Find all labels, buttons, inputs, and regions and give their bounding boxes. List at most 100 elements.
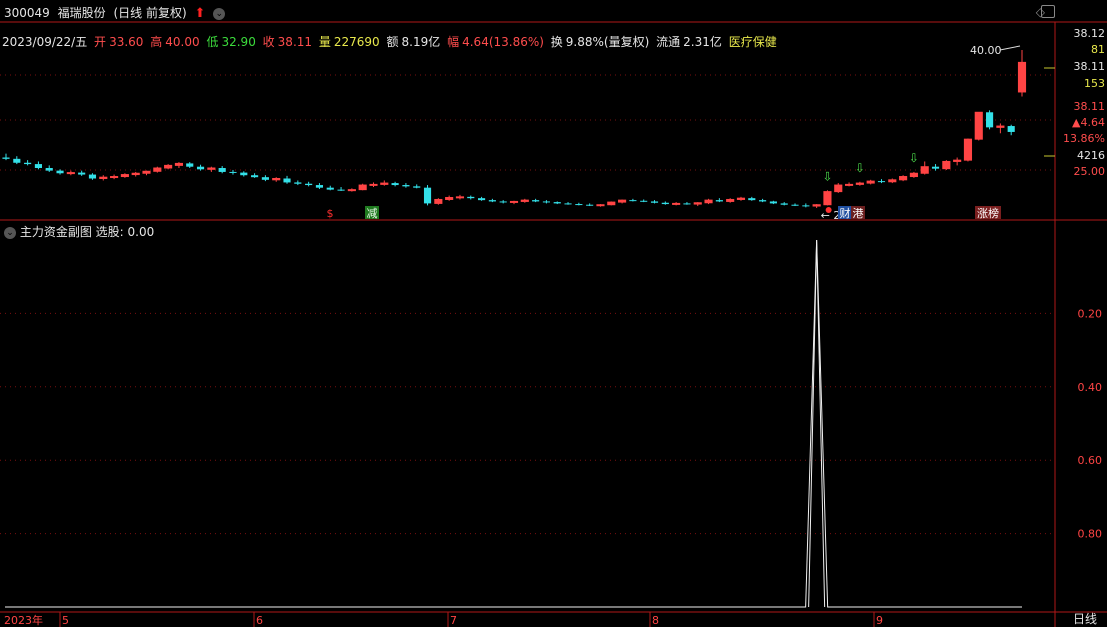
candle-body [45, 168, 53, 171]
candle-body-fill [207, 168, 215, 170]
candle-body [294, 182, 302, 184]
candle-body-fill [856, 183, 864, 185]
candle-body [13, 158, 21, 163]
candle-body [1007, 126, 1015, 132]
candle-body [467, 196, 475, 199]
signal-line [5, 239, 1022, 608]
candle-body [802, 205, 810, 207]
candle-body [186, 163, 194, 167]
candle-body [391, 183, 399, 186]
event-tag: 涨榜 [977, 206, 999, 220]
candle-body [553, 202, 561, 204]
candle-body [748, 198, 756, 201]
x-axis-label: 2023年 [4, 613, 43, 627]
candle-body [683, 203, 691, 205]
candle-body [88, 174, 97, 179]
candle-body-fill [921, 166, 929, 174]
green-down-arrow-icon: ⇩ [855, 161, 865, 175]
candle-body-fill [942, 161, 950, 169]
candle-body-fill [1018, 62, 1026, 92]
x-axis-label: 9 [876, 614, 883, 627]
sub-axis-label: 0.80 [1078, 528, 1103, 541]
candle-body [931, 166, 940, 169]
x-axis-label: 5 [62, 614, 69, 627]
candle-body [283, 178, 291, 183]
period-tab[interactable]: 日线 [1073, 610, 1097, 627]
candle-body-fill [975, 112, 983, 140]
high-price-note: 40.00 [970, 44, 1002, 57]
candle-body-fill [359, 185, 367, 190]
candle-body-fill [510, 201, 518, 203]
candle-body-fill [132, 173, 140, 175]
candle-body [877, 181, 886, 183]
candle-body [488, 200, 496, 202]
candle-body [640, 200, 648, 202]
candle-body-fill [607, 202, 615, 205]
green-down-arrow-icon: ⇩ [909, 151, 919, 165]
candle-body-fill [110, 176, 118, 178]
candle-body-fill [67, 172, 75, 174]
candle-body [986, 112, 994, 128]
candle-body-fill [380, 183, 388, 185]
candle-body-fill [369, 184, 378, 186]
candle-body-fill [834, 185, 842, 192]
event-tag: 减 [367, 207, 378, 220]
event-tag: $ [327, 207, 334, 220]
candle-body-fill [845, 184, 853, 186]
candle-body-fill [99, 177, 107, 179]
candle-body [315, 185, 324, 188]
candle-body-fill [813, 204, 821, 207]
candle-body-fill [953, 160, 961, 162]
candle-body-fill [596, 204, 605, 206]
sub-axis-label: 0.20 [1078, 307, 1103, 320]
candle-body-fill [164, 165, 172, 169]
event-tag: 财 [840, 206, 851, 220]
candle-body [629, 200, 637, 202]
x-axis-label: 7 [450, 614, 457, 627]
candle-body-fill [672, 203, 680, 205]
candle-body [791, 204, 799, 206]
x-axis-label: 6 [256, 614, 263, 627]
candle-body [532, 200, 540, 202]
candle-body [715, 200, 723, 202]
candle-body-fill [867, 181, 875, 184]
candle-body-fill [888, 179, 896, 182]
candle-body [251, 175, 259, 178]
high-note-arrow [999, 45, 1021, 51]
candle-body-fill [272, 178, 280, 180]
candle-body [2, 157, 10, 159]
candle-body-fill [899, 176, 907, 180]
candle-body [499, 201, 507, 203]
low-marker-dot [825, 207, 832, 213]
candlestick-chart[interactable]: 0.800.600.400.20 2023年56789 40.00← 20.34… [0, 0, 1107, 627]
candle-body-fill [964, 139, 972, 161]
candle-body [402, 185, 410, 187]
candle-body [240, 172, 248, 176]
candle-body-fill [348, 189, 356, 191]
sub-axis-label: 0.60 [1078, 454, 1103, 467]
candle-body [575, 204, 583, 206]
candle-body-fill [823, 191, 832, 205]
candle-body [229, 171, 237, 173]
x-axis-label: 8 [652, 614, 659, 627]
candle-body [413, 186, 421, 188]
candle-body [564, 203, 572, 205]
candle-body-fill [726, 199, 734, 202]
candle-body-fill [704, 200, 713, 203]
sub-axis-label: 0.40 [1078, 381, 1103, 394]
candle-body-fill [694, 202, 702, 205]
candle-body [56, 170, 64, 174]
candle-body [769, 201, 777, 204]
candle-body [650, 201, 659, 203]
candle-body [586, 204, 594, 206]
candle-body-fill [445, 197, 453, 200]
candle-body [196, 166, 205, 170]
candle-body-fill [996, 126, 1004, 128]
candle-body [261, 177, 269, 180]
candle-body [218, 168, 226, 172]
candle-body [478, 198, 486, 201]
candle-body-fill [142, 171, 151, 174]
candle-body [337, 189, 345, 191]
candle-body-fill [456, 196, 464, 198]
candle-body-fill [737, 198, 745, 200]
